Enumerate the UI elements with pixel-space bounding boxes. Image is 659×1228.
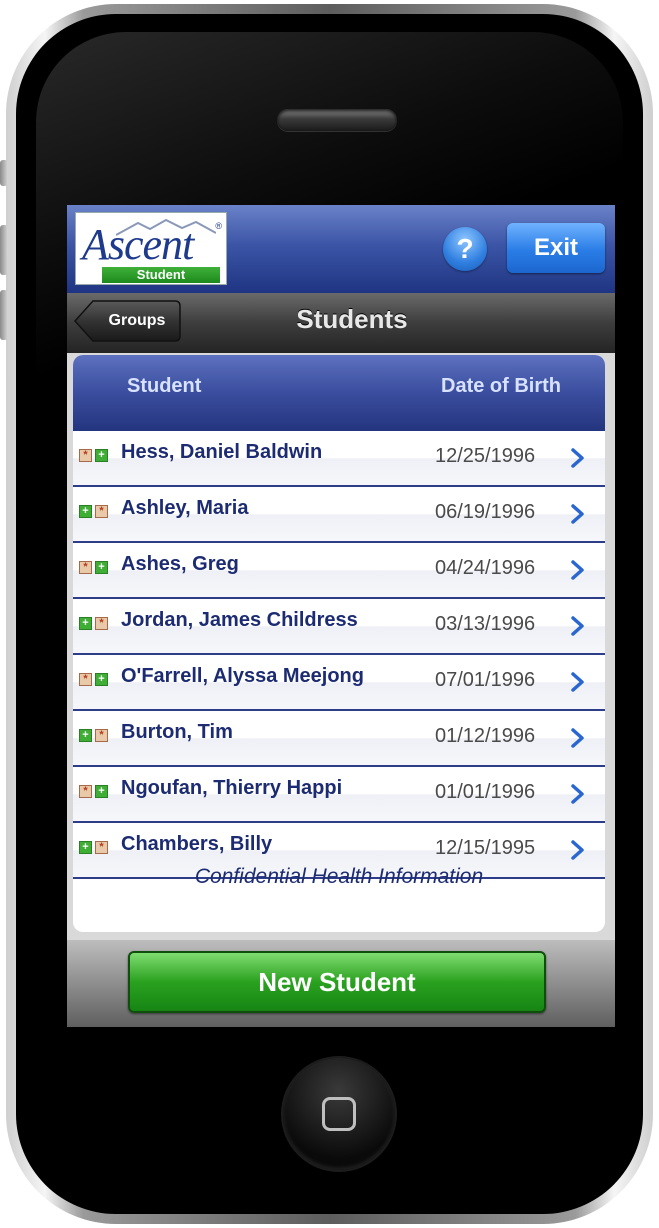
- student-list: * + Hess, Daniel Baldwin 12/25/1996 + * Ashley…: [73, 431, 605, 879]
- row-status-icons: + *: [79, 729, 113, 745]
- new-student-button[interactable]: New Student: [128, 951, 546, 1013]
- home-square-icon: [322, 1097, 356, 1131]
- plus-icon: +: [79, 505, 92, 518]
- table-row[interactable]: * + Ashes, Greg 04/24/1996: [73, 543, 605, 599]
- navigation-bar: Groups Students: [67, 293, 615, 353]
- help-button[interactable]: ?: [443, 227, 487, 271]
- star-icon: *: [79, 673, 92, 686]
- star-icon: *: [95, 617, 108, 630]
- confidential-note: Confidential Health Information: [194, 865, 484, 888]
- table-row[interactable]: * + O'Farrell, Alyssa Meejong 07/01/1996: [73, 655, 605, 711]
- star-icon: *: [95, 841, 108, 854]
- student-dob: 12/25/1996: [435, 445, 536, 467]
- students-table: Student Date of Birth * + Hess, Daniel Bal…: [73, 355, 605, 932]
- star-icon: *: [79, 449, 92, 462]
- student-dob: 01/12/1996: [435, 725, 536, 747]
- plus-icon: +: [79, 729, 92, 742]
- student-name: Burton, Tim: [121, 721, 233, 743]
- student-dob: 06/19/1996: [435, 501, 536, 523]
- back-button-groups[interactable]: Groups: [73, 300, 181, 342]
- plus-icon: +: [79, 617, 92, 630]
- chevron-right-icon: [571, 672, 584, 692]
- column-header-student[interactable]: Student: [127, 375, 201, 398]
- plus-icon: +: [95, 785, 108, 798]
- app-screen: Ascent ® Student ? Exit Groups Students …: [67, 205, 615, 1027]
- plus-icon: +: [79, 841, 92, 854]
- app-header: Ascent ® Student ? Exit: [67, 205, 615, 293]
- row-status-icons: + *: [79, 617, 113, 633]
- chevron-right-icon: [571, 728, 584, 748]
- star-icon: *: [95, 505, 108, 518]
- student-dob: 04/24/1996: [435, 557, 536, 579]
- chevron-right-icon: [571, 504, 584, 524]
- student-name: Chambers, Billy: [121, 833, 273, 855]
- back-button-label: Groups: [108, 312, 166, 329]
- student-name: O'Farrell, Alyssa Meejong: [121, 665, 364, 687]
- row-status-icons: * +: [79, 561, 113, 577]
- row-status-icons: + *: [79, 841, 113, 857]
- bottom-toolbar: New Student: [67, 940, 615, 1027]
- student-name: Hess, Daniel Baldwin: [121, 441, 323, 463]
- page-title: Students: [296, 304, 408, 334]
- chevron-right-icon: [571, 560, 584, 580]
- table-row[interactable]: + * Burton, Tim 01/12/1996: [73, 711, 605, 767]
- chevron-right-icon: [571, 616, 584, 636]
- star-icon: *: [95, 729, 108, 742]
- earpiece-speaker: [277, 109, 397, 131]
- logo-subtitle: Student: [102, 267, 220, 283]
- student-name: Jordan, James Childress: [121, 609, 358, 631]
- student-dob: 03/13/1996: [435, 613, 536, 635]
- row-status-icons: * +: [79, 785, 113, 801]
- home-button[interactable]: [283, 1058, 395, 1170]
- student-dob: 12/15/1995: [435, 837, 536, 859]
- volume-down-button: [0, 290, 8, 340]
- table-row[interactable]: * + Ngoufan, Thierry Happi 01/01/1996: [73, 767, 605, 823]
- row-status-icons: * +: [79, 673, 113, 689]
- plus-icon: +: [95, 561, 108, 574]
- chevron-right-icon: [571, 448, 584, 468]
- star-icon: *: [79, 561, 92, 574]
- ascent-logo: Ascent ® Student: [75, 212, 227, 285]
- student-name: Ashes, Greg: [121, 553, 239, 575]
- student-dob: 01/01/1996: [435, 781, 536, 803]
- table-row[interactable]: * + Hess, Daniel Baldwin 12/25/1996: [73, 431, 605, 487]
- chevron-right-icon: [571, 784, 584, 804]
- volume-up-button: [0, 225, 8, 275]
- silent-switch: [0, 160, 8, 186]
- table-header: Student Date of Birth: [73, 355, 605, 431]
- row-status-icons: * +: [79, 449, 113, 465]
- plus-icon: +: [95, 673, 108, 686]
- table-row[interactable]: + * Jordan, James Childress 03/13/1996: [73, 599, 605, 655]
- plus-icon: +: [95, 449, 108, 462]
- table-row[interactable]: + * Ashley, Maria 06/19/1996: [73, 487, 605, 543]
- student-dob: 07/01/1996: [435, 669, 536, 691]
- star-icon: *: [79, 785, 92, 798]
- exit-button[interactable]: Exit: [507, 223, 605, 273]
- row-status-icons: + *: [79, 505, 113, 521]
- column-header-dob[interactable]: Date of Birth: [441, 375, 561, 398]
- student-name: Ashley, Maria: [121, 497, 249, 519]
- registered-mark: ®: [215, 221, 222, 231]
- logo-text: Ascent: [82, 220, 194, 269]
- student-name: Ngoufan, Thierry Happi: [121, 777, 343, 799]
- chevron-right-icon: [571, 840, 584, 860]
